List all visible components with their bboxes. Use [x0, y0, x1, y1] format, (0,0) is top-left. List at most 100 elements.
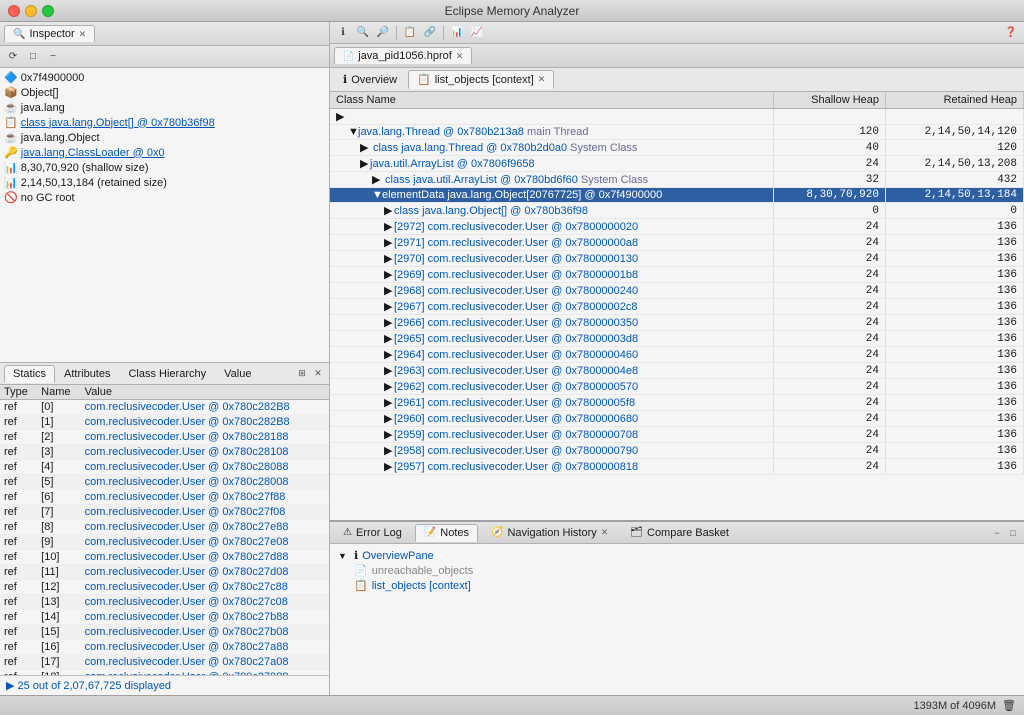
- table-row[interactable]: ▶ [2962] com.reclusivecoder.User @ 0x780…: [330, 379, 1024, 395]
- tb-btn-1[interactable]: ⟳: [4, 48, 22, 66]
- table-row[interactable]: ▶ [2966] com.reclusivecoder.User @ 0x780…: [330, 315, 1024, 331]
- nav-history-close[interactable]: ✕: [601, 527, 609, 538]
- table-row[interactable]: ▼ java.lang.Thread @ 0x780b213a8 main Th…: [330, 125, 1024, 140]
- expand-arrow[interactable]: ▶: [384, 332, 394, 345]
- expand-arrow[interactable]: ▶: [384, 380, 394, 393]
- inspector-close-icon[interactable]: ✕: [79, 29, 87, 40]
- expand-arrow-overview[interactable]: ▼: [338, 551, 350, 561]
- inspector-row[interactable]: ref [16] com.reclusivecoder.User @ 0x780…: [0, 640, 329, 655]
- tab-attributes[interactable]: Attributes: [55, 365, 119, 383]
- rt-zoom-btn[interactable]: 🔎: [374, 24, 392, 42]
- table-row[interactable]: ▶ [2961] com.reclusivecoder.User @ 0x780…: [330, 395, 1024, 411]
- insp-type[interactable]: 📦 Object[]: [0, 85, 329, 100]
- table-row[interactable]: ▶ [2964] com.reclusivecoder.User @ 0x780…: [330, 347, 1024, 363]
- tab-compare-basket[interactable]: 🗂 Compare Basket: [621, 524, 738, 542]
- table-row[interactable]: ▶ [2971] com.reclusivecoder.User @ 0x780…: [330, 235, 1024, 251]
- table-row[interactable]: ▶ [2963] com.reclusivecoder.User @ 0x780…: [330, 363, 1024, 379]
- inspector-row[interactable]: ref [3] com.reclusivecoder.User @ 0x780c…: [0, 445, 329, 460]
- expand-arrow[interactable]: ▶: [384, 364, 394, 377]
- inspector-row[interactable]: ref [8] com.reclusivecoder.User @ 0x780c…: [0, 520, 329, 535]
- inspector-row[interactable]: ref [2] com.reclusivecoder.User @ 0x780c…: [0, 430, 329, 445]
- rt-list-btn[interactable]: 📋: [401, 24, 419, 42]
- file-tab[interactable]: 📄 java_pid1056.hprof ✕: [334, 47, 472, 64]
- inspector-row[interactable]: ref [9] com.reclusivecoder.User @ 0x780c…: [0, 535, 329, 550]
- inspector-row[interactable]: ref [4] com.reclusivecoder.User @ 0x780c…: [0, 460, 329, 475]
- expand-arrow[interactable]: ▶: [384, 204, 394, 217]
- table-row[interactable]: ▶ class java.lang.Thread @ 0x780b2d0a0 S…: [330, 140, 1024, 156]
- expand-arrow[interactable]: ▶: [384, 300, 394, 313]
- expand-arrow[interactable]: ▶: [360, 141, 370, 154]
- inspector-row[interactable]: ref [11] com.reclusivecoder.User @ 0x780…: [0, 565, 329, 580]
- table-row[interactable]: ▶ [2972] com.reclusivecoder.User @ 0x780…: [330, 219, 1024, 235]
- inspector-tab[interactable]: 🔍 Inspector ✕: [4, 25, 95, 42]
- insp-address[interactable]: 🔷 0x7f4900000: [0, 70, 329, 85]
- insp-object[interactable]: ☕ java.lang.Object: [0, 130, 329, 145]
- tab-list-close[interactable]: ✕: [538, 74, 546, 85]
- table-row[interactable]: ▶ java.util.ArrayList @ 0x7806f9658 24 2…: [330, 156, 1024, 172]
- tab-list-objects[interactable]: 📋 list_objects [context] ✕: [408, 70, 554, 89]
- tab-class-hierarchy[interactable]: Class Hierarchy: [119, 365, 215, 383]
- inspector-row[interactable]: ref [14] com.reclusivecoder.User @ 0x780…: [0, 610, 329, 625]
- insp-classloader[interactable]: 🔑 java.lang.ClassLoader @ 0x0: [0, 145, 329, 160]
- tree-unreachable[interactable]: 📄 unreachable_objects: [334, 563, 1020, 578]
- table-row[interactable]: ▶ [2967] com.reclusivecoder.User @ 0x780…: [330, 299, 1024, 315]
- data-table-container[interactable]: Class Name Shallow Heap Retained Heap ▶ …: [330, 92, 1024, 520]
- expand-arrow[interactable]: ▶: [372, 173, 382, 186]
- inspector-row[interactable]: ref [5] com.reclusivecoder.User @ 0x780c…: [0, 475, 329, 490]
- table-row[interactable]: ▶ [2965] com.reclusivecoder.User @ 0x780…: [330, 331, 1024, 347]
- inspector-row[interactable]: ref [15] com.reclusivecoder.User @ 0x780…: [0, 625, 329, 640]
- insp-class-ref[interactable]: 📋 class java.lang.Object[] @ 0x780b36f98: [0, 115, 329, 130]
- minimize-button[interactable]: [25, 5, 37, 17]
- expand-arrow[interactable]: ▶: [336, 110, 346, 123]
- tab-overview[interactable]: ℹ Overview: [334, 70, 406, 89]
- inspector-row[interactable]: ref [12] com.reclusivecoder.User @ 0x780…: [0, 580, 329, 595]
- table-row[interactable]: ▼ elementData java.lang.Object[20767725]…: [330, 188, 1024, 203]
- expand-arrow[interactable]: ▶: [384, 396, 394, 409]
- table-row[interactable]: ▶ [2957] com.reclusivecoder.User @ 0x780…: [330, 459, 1024, 475]
- tb-btn-3[interactable]: −: [44, 48, 62, 66]
- expand-arrow[interactable]: ▶: [384, 444, 394, 457]
- inspector-row[interactable]: ref [1] com.reclusivecoder.User @ 0x780c…: [0, 415, 329, 430]
- table-row[interactable]: ▶ [2970] com.reclusivecoder.User @ 0x780…: [330, 251, 1024, 267]
- expand-arrow[interactable]: ▶: [384, 348, 394, 361]
- expand-arrow[interactable]: ▶: [384, 284, 394, 297]
- inspector-row[interactable]: ref [7] com.reclusivecoder.User @ 0x780c…: [0, 505, 329, 520]
- table-row[interactable]: ▶ [2968] com.reclusivecoder.User @ 0x780…: [330, 283, 1024, 299]
- expand-arrow[interactable]: ▶: [384, 316, 394, 329]
- rt-info-btn[interactable]: ℹ: [334, 24, 352, 42]
- expand-arrow[interactable]: ▶: [384, 428, 394, 441]
- expand-arrow[interactable]: ▼: [348, 126, 358, 138]
- inspector-row[interactable]: ref [6] com.reclusivecoder.User @ 0x780c…: [0, 490, 329, 505]
- attr-ctrl-1[interactable]: ⊞: [295, 367, 309, 381]
- inspector-row[interactable]: ref [13] com.reclusivecoder.User @ 0x780…: [0, 595, 329, 610]
- bottom-min-btn[interactable]: −: [990, 526, 1004, 540]
- rt-link-btn[interactable]: 🔗: [421, 24, 439, 42]
- tab-notes[interactable]: 📝 Notes: [415, 524, 478, 542]
- tab-statics[interactable]: Statics: [4, 365, 55, 383]
- table-row[interactable]: ▶ [2958] com.reclusivecoder.User @ 0x780…: [330, 443, 1024, 459]
- close-button[interactable]: [8, 5, 20, 17]
- tab-value[interactable]: Value: [215, 365, 260, 383]
- table-row[interactable]: ▶ class java.util.ArrayList @ 0x780bd6f6…: [330, 172, 1024, 188]
- rt-graph-btn[interactable]: 📈: [468, 24, 486, 42]
- expand-arrow[interactable]: ▶: [384, 236, 394, 249]
- tab-error-log[interactable]: ⚠ Error Log: [334, 524, 411, 542]
- table-row[interactable]: ▶ [2960] com.reclusivecoder.User @ 0x780…: [330, 411, 1024, 427]
- file-tab-close[interactable]: ✕: [456, 51, 464, 62]
- tree-list-objects[interactable]: 📋 list_objects [context]: [334, 578, 1020, 593]
- table-row[interactable]: ▶: [330, 109, 1024, 125]
- inspector-row[interactable]: ref [10] com.reclusivecoder.User @ 0x780…: [0, 550, 329, 565]
- expand-arrow[interactable]: ▼: [372, 189, 382, 201]
- inspector-row[interactable]: ref [17] com.reclusivecoder.User @ 0x780…: [0, 655, 329, 670]
- inspector-row[interactable]: ref [0] com.reclusivecoder.User @ 0x780c…: [0, 400, 329, 415]
- rt-search-btn[interactable]: 🔍: [354, 24, 372, 42]
- expand-arrow[interactable]: ▶: [384, 252, 394, 265]
- table-row[interactable]: ▶ [2959] com.reclusivecoder.User @ 0x780…: [330, 427, 1024, 443]
- rt-help-btn[interactable]: ❓: [1002, 24, 1020, 42]
- expand-arrow[interactable]: ▶: [384, 412, 394, 425]
- insp-package[interactable]: ☕ java.lang: [0, 100, 329, 115]
- expand-arrow[interactable]: ▶: [384, 268, 394, 281]
- tree-overview-pane[interactable]: ▼ ℹ OverviewPane: [334, 548, 1020, 563]
- rt-chart-btn[interactable]: 📊: [448, 24, 466, 42]
- expand-arrow[interactable]: ▶: [384, 460, 394, 473]
